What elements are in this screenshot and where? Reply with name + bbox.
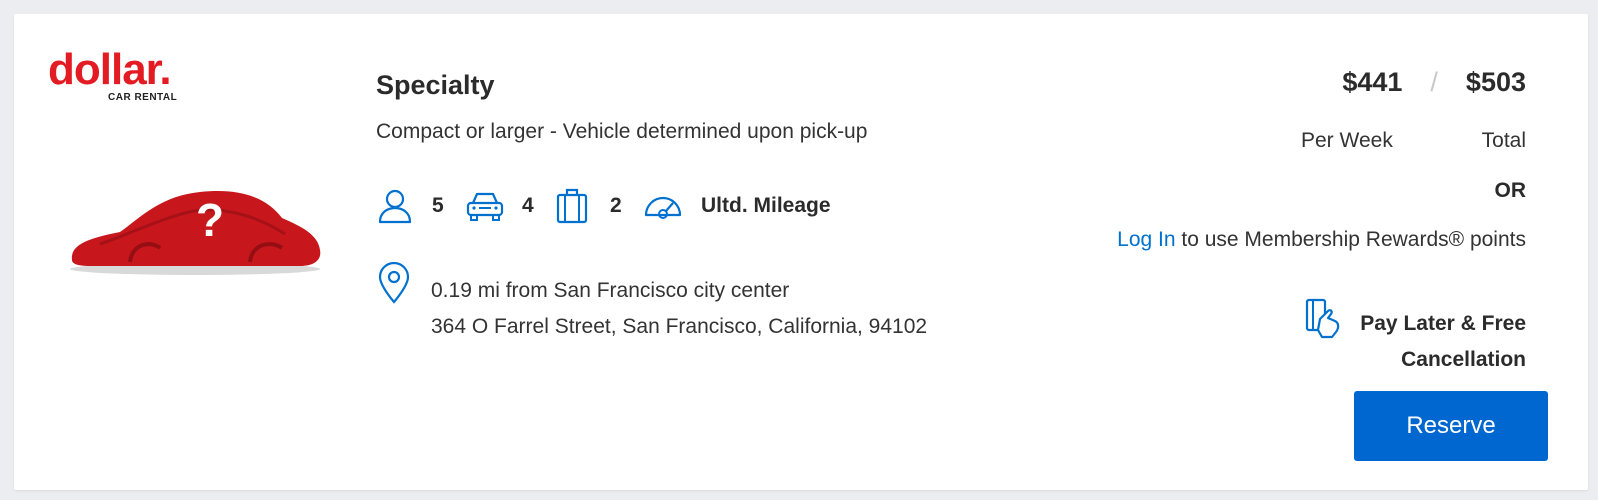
doors-feature	[465, 186, 505, 226]
membership-rewards-text: Log In to use Membership Rewards® points	[1117, 228, 1526, 252]
passengers-count: 5	[432, 194, 444, 217]
or-label: OR	[1494, 179, 1527, 202]
log-in-link[interactable]: Log In	[1117, 228, 1175, 251]
doors-count: 4	[522, 194, 534, 217]
question-mark-icon: ?	[196, 194, 224, 246]
bags-feature	[554, 186, 590, 226]
mileage-label: Ultd. Mileage	[701, 194, 831, 217]
vehicle-category: Specialty	[376, 70, 495, 100]
car-icon	[466, 192, 504, 221]
weekly-price: $441	[1342, 67, 1403, 97]
rental-result-card: dollar. CAR RENTAL ? Specialty Compact o…	[14, 14, 1588, 490]
reserve-button[interactable]: Reserve	[1354, 391, 1548, 461]
logo-wordmark: dollar.	[48, 45, 172, 94]
dollar-logo: dollar. CAR RENTAL	[48, 48, 198, 112]
pay-later-free-cancellation: Pay Later & Free Cancellation	[1360, 312, 1526, 371]
per-week-label: Per Week	[1301, 129, 1393, 152]
covered-car-image: ?	[70, 191, 321, 275]
mileage-feature	[642, 186, 684, 226]
price-separator: /	[1430, 67, 1438, 97]
person-icon	[378, 189, 412, 224]
location-distance: 0.19 mi from San Francisco city center	[431, 279, 790, 302]
price-row: $441 / $503	[1342, 67, 1526, 98]
location-address: 364 O Farrel Street, San Francisco, Cali…	[431, 315, 928, 338]
vehicle-description: Compact or larger - Vehicle determined u…	[376, 120, 868, 143]
logo-tagline: CAR RENTAL	[108, 92, 178, 103]
location-pin-icon	[378, 262, 410, 304]
suitcase-icon	[556, 188, 588, 224]
passengers-feature	[376, 186, 414, 226]
rewards-text: to use Membership Rewards® points	[1175, 228, 1526, 251]
bags-count: 2	[610, 194, 622, 217]
total-label: Total	[1481, 129, 1526, 152]
speedometer-icon	[644, 196, 682, 219]
total-price: $503	[1465, 67, 1526, 97]
